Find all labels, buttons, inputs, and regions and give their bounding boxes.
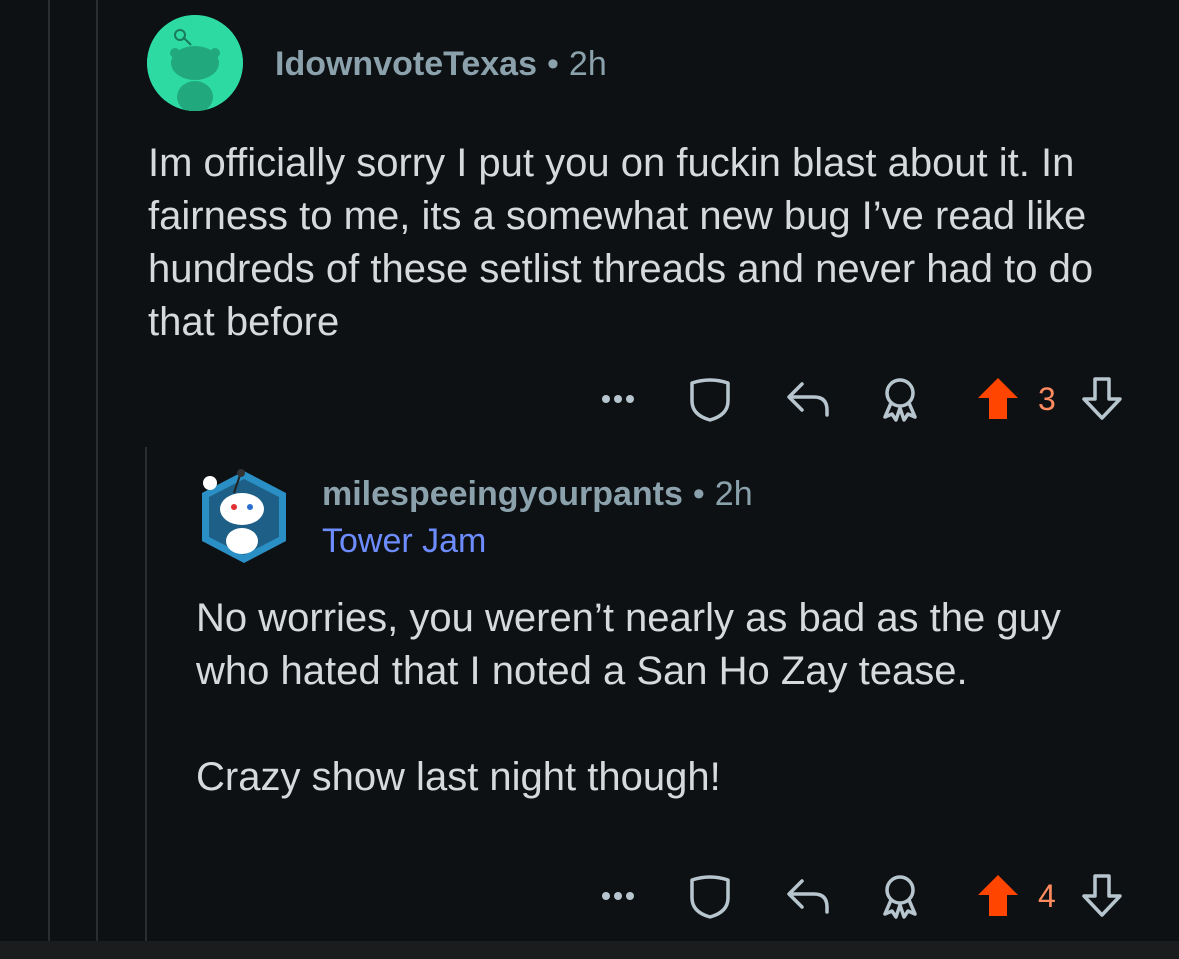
- comment-actions: 4: [580, 868, 1140, 924]
- comment-meta: IdownvoteTexas • 2h: [275, 44, 607, 84]
- score-count: 4: [1038, 878, 1056, 914]
- reply-icon[interactable]: [780, 868, 836, 924]
- timestamp: 2h: [714, 475, 753, 513]
- comment-paragraph: Im officially sorry I put you on fuckin …: [148, 141, 1094, 344]
- thread-line-outer: [48, 0, 50, 941]
- comment-paragraph: No worries, you weren’t nearly as bad as…: [196, 596, 1061, 693]
- comment-body: No worries, you weren’t nearly as bad as…: [196, 592, 1126, 804]
- more-options-icon[interactable]: [590, 371, 646, 427]
- downvote-icon[interactable]: [1074, 371, 1130, 427]
- thread-line-parent: [96, 0, 98, 941]
- meta-separator: •: [547, 45, 559, 83]
- upvote-icon[interactable]: [970, 868, 1026, 924]
- award-icon[interactable]: [872, 868, 928, 924]
- award-icon[interactable]: [872, 371, 928, 427]
- timestamp: 2h: [568, 45, 607, 83]
- snoo-avatar-icon[interactable]: [147, 15, 243, 111]
- shield-icon[interactable]: [682, 371, 738, 427]
- upvote-icon[interactable]: [970, 371, 1026, 427]
- comment-meta: milespeeingyourpants • 2h: [322, 474, 753, 514]
- comment-paragraph: Crazy show last night though!: [196, 755, 721, 799]
- reply-icon[interactable]: [780, 371, 836, 427]
- meta-separator: •: [692, 475, 705, 513]
- thread-line-comment[interactable]: [145, 447, 147, 941]
- snoo-hex-avatar-icon[interactable]: [196, 465, 292, 569]
- score-count: 3: [1038, 381, 1056, 417]
- username-link[interactable]: milespeeingyourpants: [322, 475, 683, 513]
- bottom-bar: [0, 941, 1179, 959]
- username-link[interactable]: IdownvoteTexas: [275, 45, 537, 83]
- more-options-icon[interactable]: [590, 868, 646, 924]
- shield-icon[interactable]: [682, 868, 738, 924]
- comment-body: Im officially sorry I put you on fuckin …: [148, 137, 1158, 349]
- comment-actions: 3: [580, 371, 1140, 427]
- downvote-icon[interactable]: [1074, 868, 1130, 924]
- user-flair: Tower Jam: [322, 522, 487, 560]
